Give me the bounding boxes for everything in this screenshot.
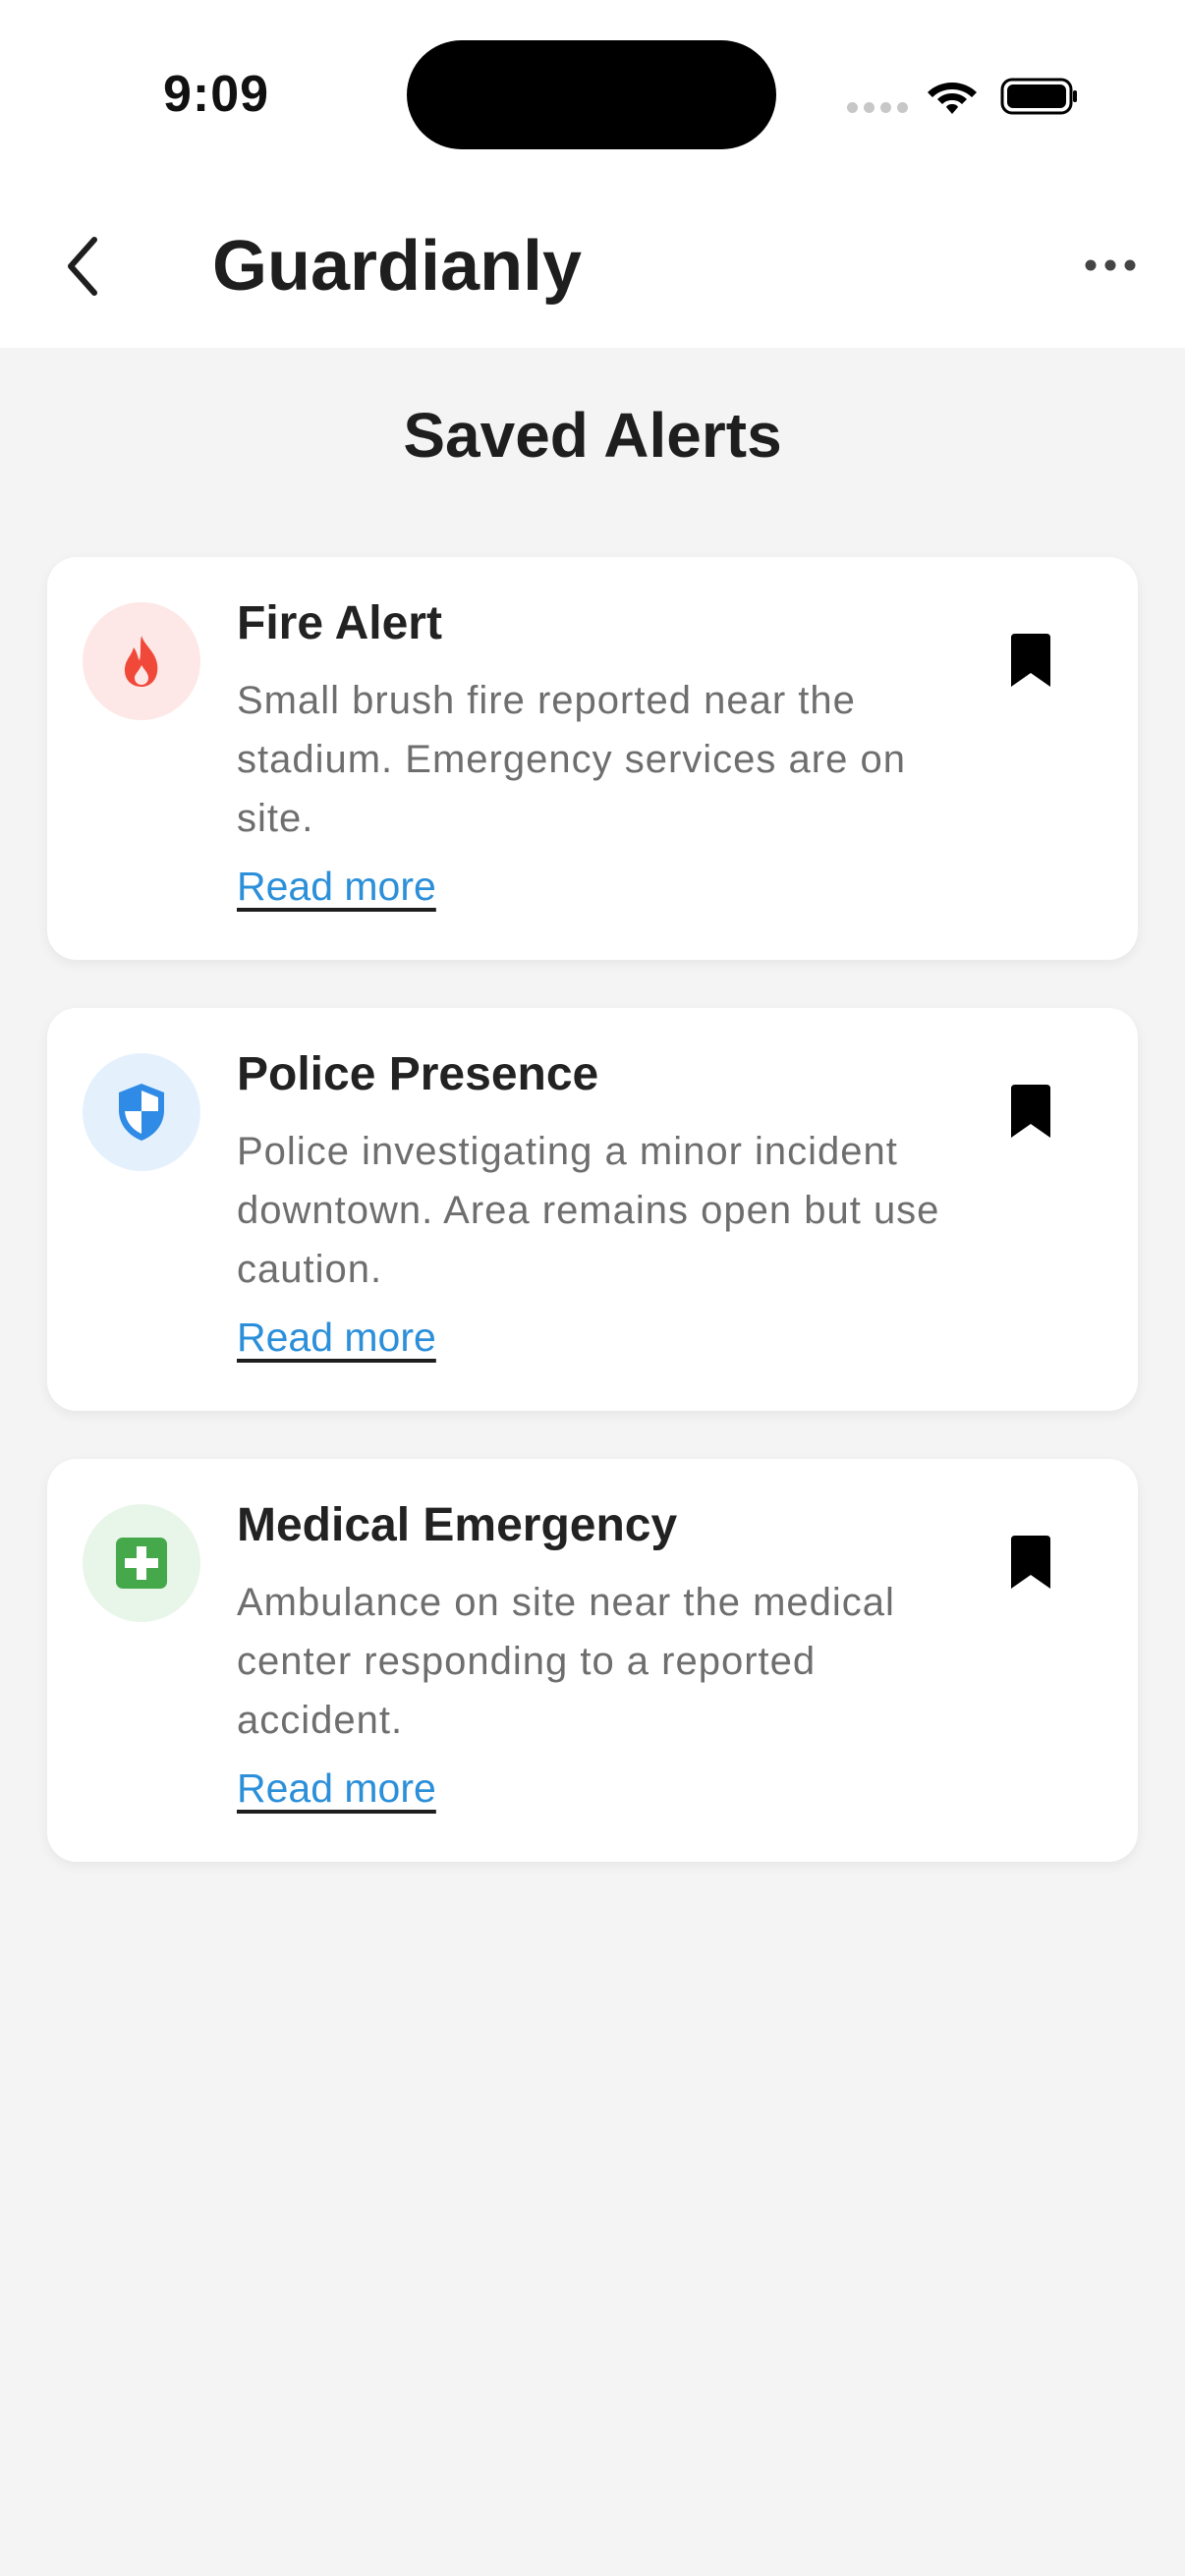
alert-title: Medical Emergency (237, 1499, 678, 1551)
app-title: Guardianly (212, 227, 583, 306)
shield-icon (119, 1084, 164, 1141)
alert-card-fire[interactable]: Fire Alert Small brush fire reported nea… (47, 557, 1138, 960)
more-button[interactable] (1081, 246, 1140, 285)
alert-title: Fire Alert (237, 597, 442, 649)
bookmark-icon (1011, 1536, 1050, 1589)
more-horizontal-icon (1085, 259, 1136, 271)
nav-bar: Guardianly (0, 187, 1185, 348)
read-more-link[interactable]: Read more (237, 1765, 436, 1812)
alert-title: Police Presence (237, 1048, 599, 1100)
alert-description: Small brush fire reported near the stadi… (237, 679, 906, 840)
alert-description: Ambulance on site near the medical cente… (237, 1581, 895, 1742)
bookmark-button[interactable] (1006, 1534, 1055, 1591)
status-bar: 9:09 (0, 0, 1185, 187)
wifi-icon (928, 83, 977, 114)
alert-card-medical[interactable]: Medical Emergency Ambulance on site near… (47, 1459, 1138, 1862)
bookmark-button[interactable] (1006, 1083, 1055, 1140)
back-button[interactable] (55, 230, 114, 303)
bookmark-button[interactable] (1006, 632, 1055, 689)
read-more-link[interactable]: Read more (237, 864, 436, 910)
read-more-link[interactable]: Read more (237, 1315, 436, 1361)
chevron-left-icon (68, 237, 97, 296)
status-time: 9:09 (163, 66, 270, 123)
alert-icon-container (83, 602, 200, 720)
alert-card-police[interactable]: Police Presence Police investigating a m… (47, 1008, 1138, 1411)
alert-description: Police investigating a minor incident do… (237, 1130, 940, 1291)
medical-cross-icon (116, 1538, 167, 1589)
dynamic-island (407, 40, 776, 149)
battery-icon (1000, 78, 1077, 115)
bookmark-icon (1011, 634, 1050, 687)
page-title: Saved Alerts (403, 400, 782, 471)
alert-icon-container (83, 1504, 200, 1622)
signal-icon (847, 102, 908, 113)
bookmark-icon (1011, 1085, 1050, 1138)
fire-icon (124, 636, 158, 687)
alert-icon-container (83, 1053, 200, 1171)
